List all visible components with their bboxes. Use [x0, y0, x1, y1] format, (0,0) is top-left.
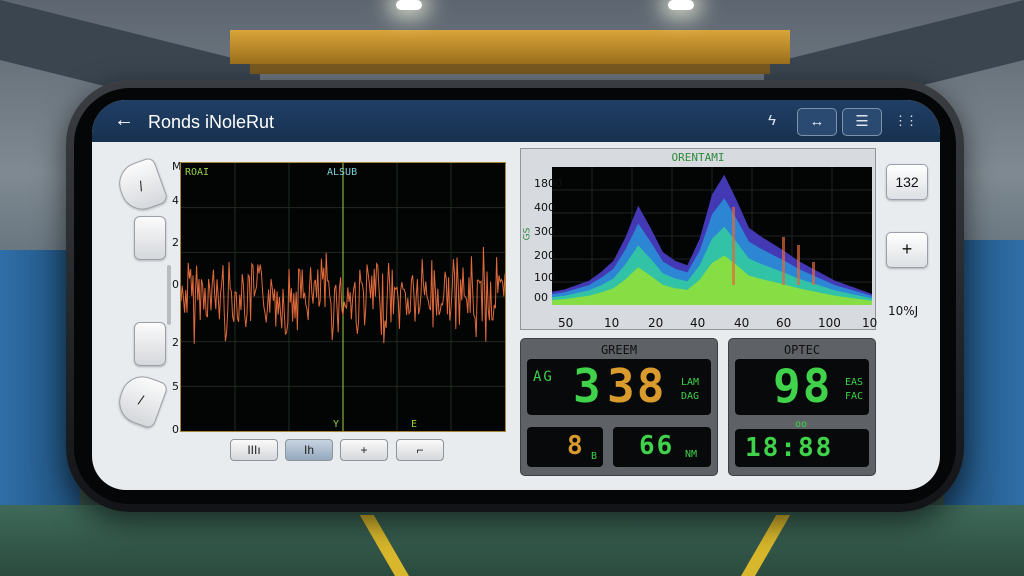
- grid-menu-icon[interactable]: ⋮⋮: [892, 108, 918, 134]
- scroll-down-button[interactable]: /: [113, 370, 169, 430]
- spectrum-peak-mark: [782, 237, 785, 285]
- optic-readout-panel: OPTEC 98 EAS FAC oo 18:88: [728, 338, 876, 476]
- zoom-in-button[interactable]: +: [886, 232, 928, 268]
- spectrum-y-tick: 400: [534, 201, 555, 214]
- waveform-label-left: ROAI: [185, 167, 210, 178]
- spectrum-y-tick: 200: [534, 249, 555, 262]
- ceiling-lamp: [396, 0, 422, 10]
- spectrum-x-tick: 60: [776, 316, 792, 330]
- overhead-crane-rail: [250, 64, 770, 74]
- optic-main-display: 98 EAS FAC: [735, 359, 869, 415]
- green-panel-title: GREEM: [600, 343, 638, 357]
- spectrum-x-tick: 10: [604, 316, 620, 330]
- spectrum-peak-mark: [797, 245, 800, 285]
- y-tick: 2: [172, 236, 179, 249]
- green-prefix: AG: [533, 369, 554, 385]
- waveform-tool-bars-button[interactable]: IIIı: [230, 439, 278, 461]
- green-small-left-unit: B: [591, 451, 598, 462]
- spectrum-panel[interactable]: ORENTAMI GS 1800 400 300 200 100 00: [520, 148, 876, 330]
- spectrum-x-tick: 40: [690, 316, 706, 330]
- waveform-tool-add-button[interactable]: +: [340, 439, 388, 461]
- spectrum-x-tick: 20: [648, 316, 664, 330]
- scroll-up-button[interactable]: /: [113, 156, 169, 216]
- app-bar: ← Ronds iNoleRut ϟ ↔ ☰ ⋮⋮: [92, 100, 940, 142]
- green-unit-bottom: DAG: [681, 391, 700, 402]
- green-unit-top: LAM: [681, 377, 700, 388]
- spectrum-side-label: GS: [522, 227, 533, 241]
- list-icon[interactable]: ☰: [842, 108, 882, 136]
- waveform-marker-e: E: [411, 419, 418, 430]
- optic-unit-top: EAS: [845, 377, 864, 388]
- spectrum-x-tick: 40: [734, 316, 750, 330]
- side-button-lower[interactable]: [134, 322, 166, 366]
- optic-unit-bottom: FAC: [845, 391, 864, 402]
- overhead-crane: [230, 30, 790, 64]
- app-screen: ← Ronds iNoleRut ϟ ↔ ☰ ⋮⋮ / / M 4 2 0 2 …: [92, 100, 940, 490]
- value-button[interactable]: 132: [886, 164, 928, 200]
- spectrum-peak-mark: [812, 262, 815, 285]
- green-main-digit: 3: [573, 359, 603, 413]
- spectrum-peak-mark: [732, 207, 735, 285]
- bolt-icon[interactable]: ϟ: [764, 108, 780, 134]
- spectrum-x-tick: 50: [558, 316, 574, 330]
- y-tick: 2: [172, 336, 179, 349]
- y-tick: 5: [172, 380, 179, 393]
- optic-panel-title: OPTEC: [783, 343, 821, 357]
- swap-icon[interactable]: ↔: [797, 108, 837, 136]
- y-tick: 0: [172, 423, 179, 436]
- spectrum-chart: [552, 167, 872, 305]
- green-readout-panel: GREEM AG 3 38 LAM DAG 8 B 66 NM: [520, 338, 718, 476]
- green-small-left-display: 8 B: [527, 427, 603, 467]
- app-title: Ronds iNoleRut: [148, 112, 275, 132]
- y-tick: 0: [172, 278, 179, 291]
- waveform-marker-y: Y: [333, 419, 340, 430]
- side-slider-rail[interactable]: [167, 265, 171, 325]
- green-small-right-value: 66: [639, 431, 675, 461]
- waveform-label-center: ALSUB: [327, 167, 358, 178]
- spectrum-plot: [552, 167, 872, 305]
- spectrum-x-tick: 10: [862, 316, 878, 330]
- factory-floor: [0, 505, 1024, 576]
- back-arrow-icon[interactable]: ←: [114, 109, 134, 132]
- side-button-upper[interactable]: [134, 216, 166, 260]
- button-glyph: /: [136, 391, 146, 409]
- green-main-display: AG 3 38 LAM DAG: [527, 359, 711, 415]
- optic-main-value: 98: [773, 359, 833, 413]
- spectrum-x-tick: 100: [818, 316, 841, 330]
- spectrum-y-tick: 1800: [534, 177, 562, 190]
- green-main-digits: 38: [607, 359, 667, 413]
- waveform-tool-cursor-button[interactable]: ⌐: [396, 439, 444, 461]
- spectrum-y-tick: 300: [534, 225, 555, 238]
- green-small-right-display: 66 NM: [613, 427, 711, 467]
- green-small-left-value: 8: [567, 431, 585, 461]
- button-glyph: /: [136, 177, 146, 195]
- waveform-tool-selected-button[interactable]: Ih: [285, 439, 333, 461]
- spectrum-y-tick: 100: [534, 271, 555, 284]
- green-small-right-unit: NM: [685, 449, 698, 460]
- optic-time-display: 18:88: [735, 429, 869, 467]
- spectrum-title: ORENTAMI: [671, 151, 725, 164]
- waveform-panel[interactable]: ROAI ALSUB Y E: [180, 162, 506, 432]
- waveform-chart: [181, 163, 505, 431]
- spectrum-y-tick: 00: [534, 291, 548, 304]
- optic-time-value: 18:88: [745, 433, 834, 463]
- ceiling-lamp: [668, 0, 694, 10]
- right-readout: 10%J: [888, 304, 919, 318]
- y-tick: 4: [172, 194, 179, 207]
